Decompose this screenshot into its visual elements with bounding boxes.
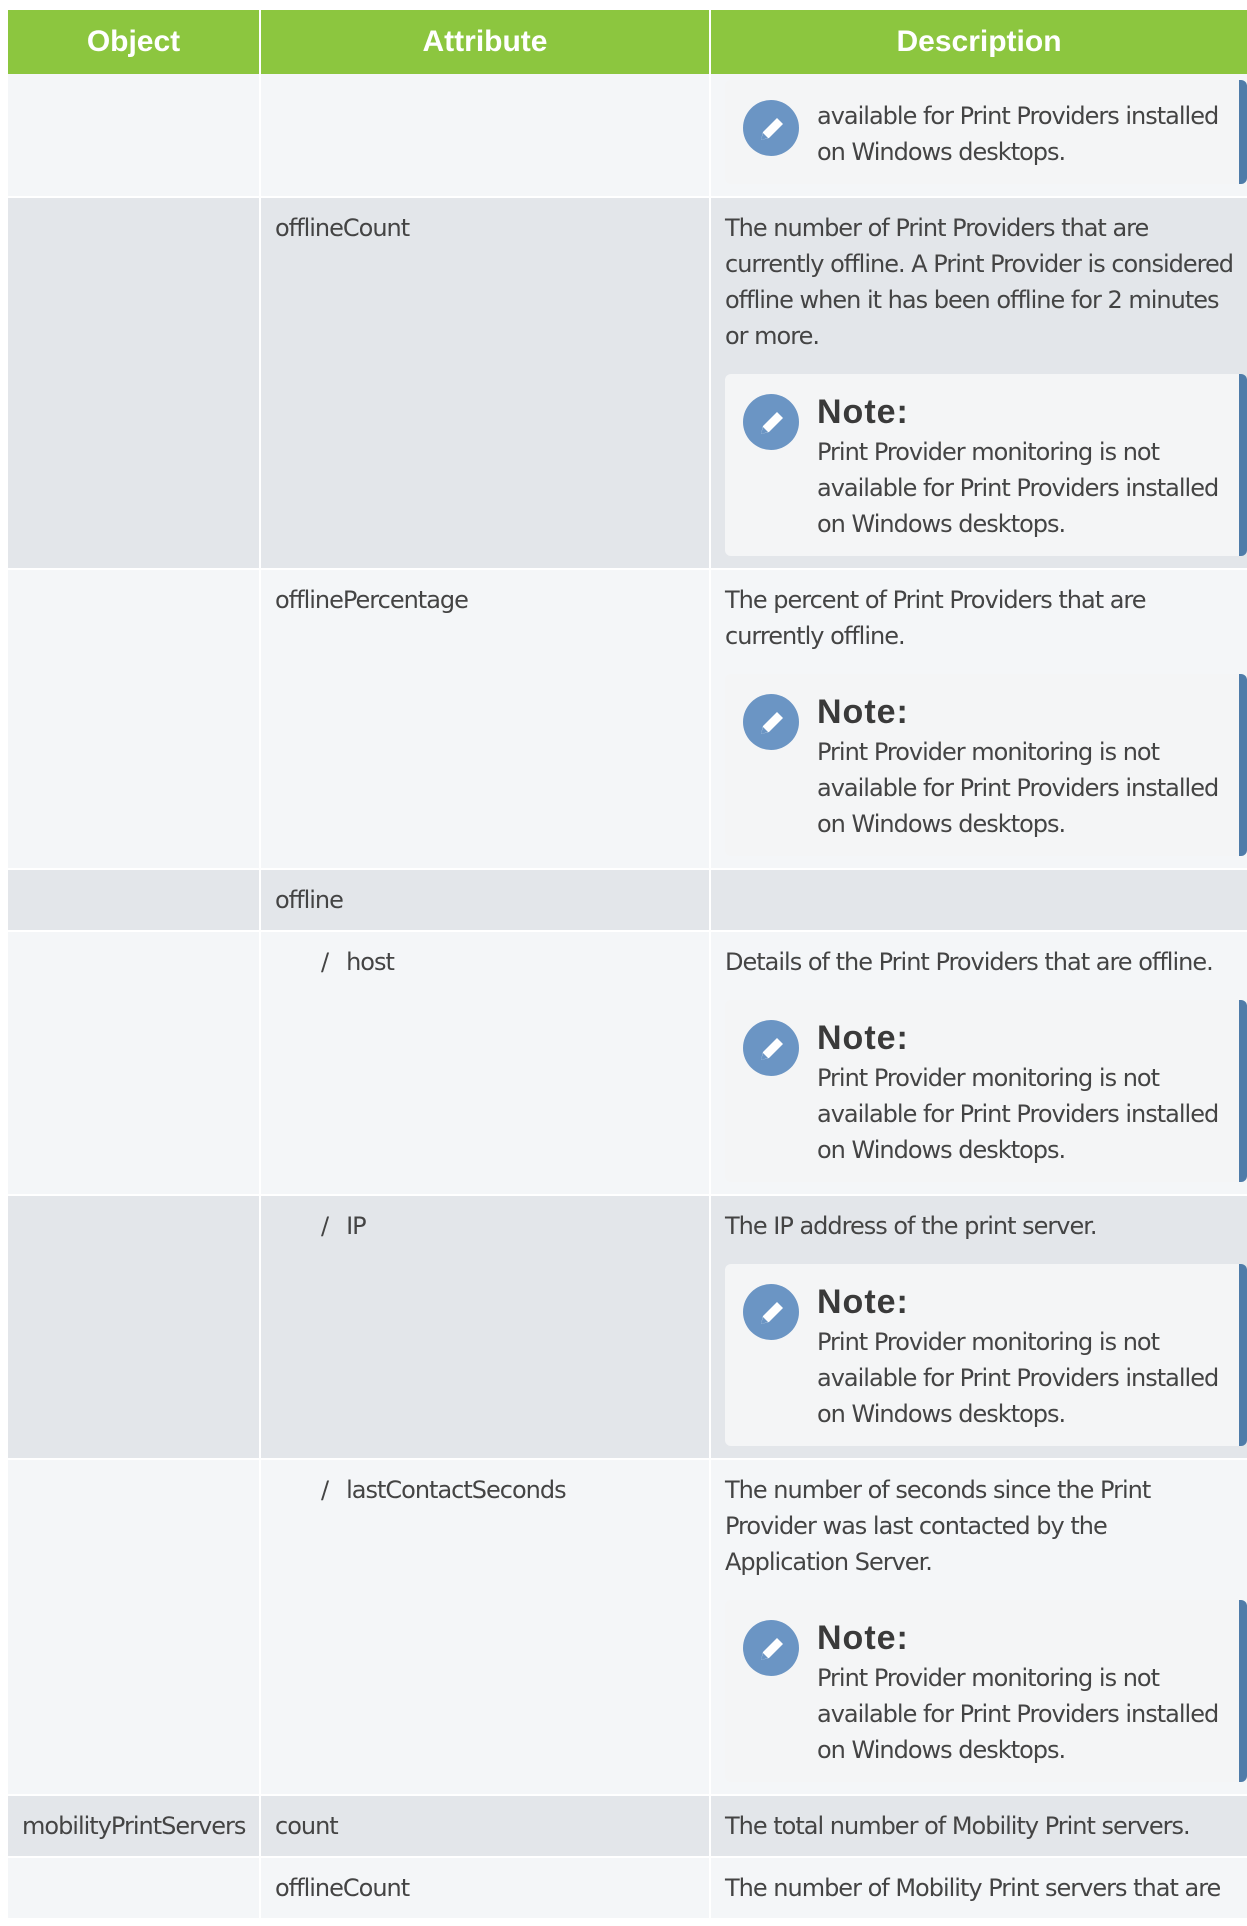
attribute-cell <box>260 74 711 198</box>
note-title: Note: <box>817 693 909 731</box>
table-row: offline <box>8 869 1247 932</box>
note-title: Note: <box>817 393 909 431</box>
description-cell: The number of seconds since the Print Pr… <box>710 1459 1247 1796</box>
pencil-icon <box>743 694 799 750</box>
note-body: available for Print Providers installed … <box>817 102 1219 166</box>
header-object: Object <box>8 10 261 74</box>
attribute-cell: / lastContactSeconds <box>260 1459 711 1796</box>
description-cell: The percent of Print Providers that are … <box>710 569 1247 870</box>
object-cell <box>8 197 261 570</box>
attribute-cell: / IP <box>260 1195 711 1460</box>
table-row: / host Details of the Print Providers tha… <box>8 931 1247 1196</box>
note-body: Print Provider monitoring is not availab… <box>817 1328 1219 1428</box>
object-cell <box>8 931 261 1196</box>
note-box: Note: Print Provider monitoring is not a… <box>725 1600 1247 1782</box>
note-box: available for Print Providers installed … <box>725 80 1247 184</box>
table-row: / IP The IP address of the print server. … <box>8 1195 1247 1460</box>
table-header-row: Object Attribute Description <box>8 10 1247 74</box>
table-row: available for Print Providers installed … <box>8 74 1247 198</box>
nested-slash: / <box>321 948 329 976</box>
attribute-name: host <box>346 948 395 976</box>
description-text: Details of the Print Providers that are … <box>725 948 1214 976</box>
description-cell: available for Print Providers installed … <box>710 74 1247 198</box>
note-title: Note: <box>817 1019 909 1057</box>
header-description: Description <box>710 10 1247 74</box>
table-row: offlineCount The number of Print Provide… <box>8 197 1247 570</box>
header-attribute: Attribute <box>260 10 711 74</box>
attributes-table-wrapper: Object Attribute Description available f… <box>8 10 1247 1926</box>
table-row: offlineCount The number of Mobility Prin… <box>8 1857 1247 1920</box>
note-title: Note: <box>817 1283 909 1321</box>
note-body: Print Provider monitoring is not availab… <box>817 1664 1219 1764</box>
description-cell <box>710 869 1247 932</box>
object-cell <box>8 1857 261 1920</box>
attribute-cell: / host <box>260 931 711 1196</box>
note-body: Print Provider monitoring is not availab… <box>817 1064 1219 1164</box>
attribute-name: IP <box>346 1212 367 1240</box>
pencil-icon <box>743 394 799 450</box>
description-cell: Details of the Print Providers that are … <box>710 931 1247 1196</box>
description-cell: The number of Mobility Print servers tha… <box>710 1857 1247 1920</box>
table-row: offlinePercentage The percent of Print P… <box>8 569 1247 870</box>
attribute-cell: offlineCount <box>260 1857 711 1920</box>
description-text: The IP address of the print server. <box>725 1212 1098 1240</box>
description-cell: The total number of Mobility Print serve… <box>710 1795 1247 1858</box>
attributes-table: Object Attribute Description available f… <box>8 10 1247 1920</box>
attribute-cell: count <box>260 1795 711 1858</box>
table-row: mobilityPrintServers count The total num… <box>8 1795 1247 1858</box>
nested-slash: / <box>321 1476 329 1504</box>
object-cell: mobilityPrintServers <box>8 1795 261 1858</box>
note-body: Print Provider monitoring is not availab… <box>817 738 1219 838</box>
object-cell <box>8 569 261 870</box>
object-cell <box>8 74 261 198</box>
note-box: Note: Print Provider monitoring is not a… <box>725 674 1247 856</box>
pencil-icon <box>743 1284 799 1340</box>
table-row: / lastContactSeconds The number of second… <box>8 1459 1247 1796</box>
attribute-cell: offline <box>260 869 711 932</box>
object-cell <box>8 1459 261 1796</box>
note-title: Note: <box>817 1619 909 1657</box>
pencil-icon <box>743 100 799 156</box>
pencil-icon <box>743 1020 799 1076</box>
object-cell <box>8 869 261 932</box>
note-body: Print Provider monitoring is not availab… <box>817 438 1219 538</box>
nested-slash: / <box>321 1212 329 1240</box>
description-cell: The IP address of the print server. Note… <box>710 1195 1247 1460</box>
description-text: The percent of Print Providers that are … <box>725 586 1147 650</box>
note-box: Note: Print Provider monitoring is not a… <box>725 1264 1247 1446</box>
description-text: The number of seconds since the Print Pr… <box>725 1476 1151 1576</box>
description-cell: The number of Print Providers that are c… <box>710 197 1247 570</box>
note-box: Note: Print Provider monitoring is not a… <box>725 374 1247 556</box>
description-text: The number of Print Providers that are c… <box>725 214 1234 350</box>
attribute-cell: offlineCount <box>260 197 711 570</box>
object-cell <box>8 1195 261 1460</box>
attribute-name: lastContactSeconds <box>346 1476 566 1504</box>
note-box: Note: Print Provider monitoring is not a… <box>725 1000 1247 1182</box>
attribute-cell: offlinePercentage <box>260 569 711 870</box>
pencil-icon <box>743 1620 799 1676</box>
